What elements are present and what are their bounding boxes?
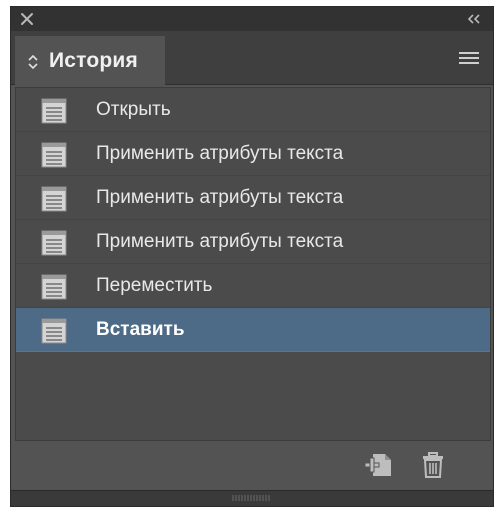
resize-grip-icon[interactable] [231,494,271,502]
document-page-icon [41,274,67,300]
panel-titlebar [11,7,493,31]
history-state-label: Переместить [96,275,213,296]
tab-history[interactable]: История [15,36,165,86]
tab-title: История [49,49,138,72]
history-state-row[interactable]: Применить атрибуты текста [16,220,490,264]
document-page-icon [41,186,67,212]
double-chevron-left-icon[interactable] [465,12,483,26]
document-page-icon [41,142,67,168]
document-page-icon [41,230,67,256]
history-state-label: Открыть [96,99,171,120]
document-page-icon [41,98,67,124]
up-down-chevron-icon[interactable] [27,53,39,71]
history-state-row[interactable]: Применить атрибуты текста [16,176,490,220]
history-state-label: Применить атрибуты текста [96,187,344,208]
trash-icon[interactable] [421,452,445,478]
history-state-row[interactable]: Применить атрибуты текста [16,132,490,176]
new-document-from-state-icon[interactable] [363,452,393,478]
history-state-row[interactable]: Вставить [16,308,490,352]
close-icon[interactable] [19,11,35,27]
history-state-row[interactable]: Переместить [16,264,490,308]
history-state-label: Вставить [96,319,185,340]
history-panel: История Открыть Применить атрибуты текста… [10,6,494,507]
document-page-icon [41,318,67,344]
history-state-label: Применить атрибуты текста [96,231,344,252]
history-state-label: Применить атрибуты текста [96,143,344,164]
panel-tab-bar: История [11,31,493,86]
history-state-row[interactable]: Открыть [16,88,490,132]
hamburger-menu-icon[interactable] [459,51,479,65]
panel-bottom-edge [11,490,493,506]
history-list: Открыть Применить атрибуты текста Применит… [15,87,491,441]
